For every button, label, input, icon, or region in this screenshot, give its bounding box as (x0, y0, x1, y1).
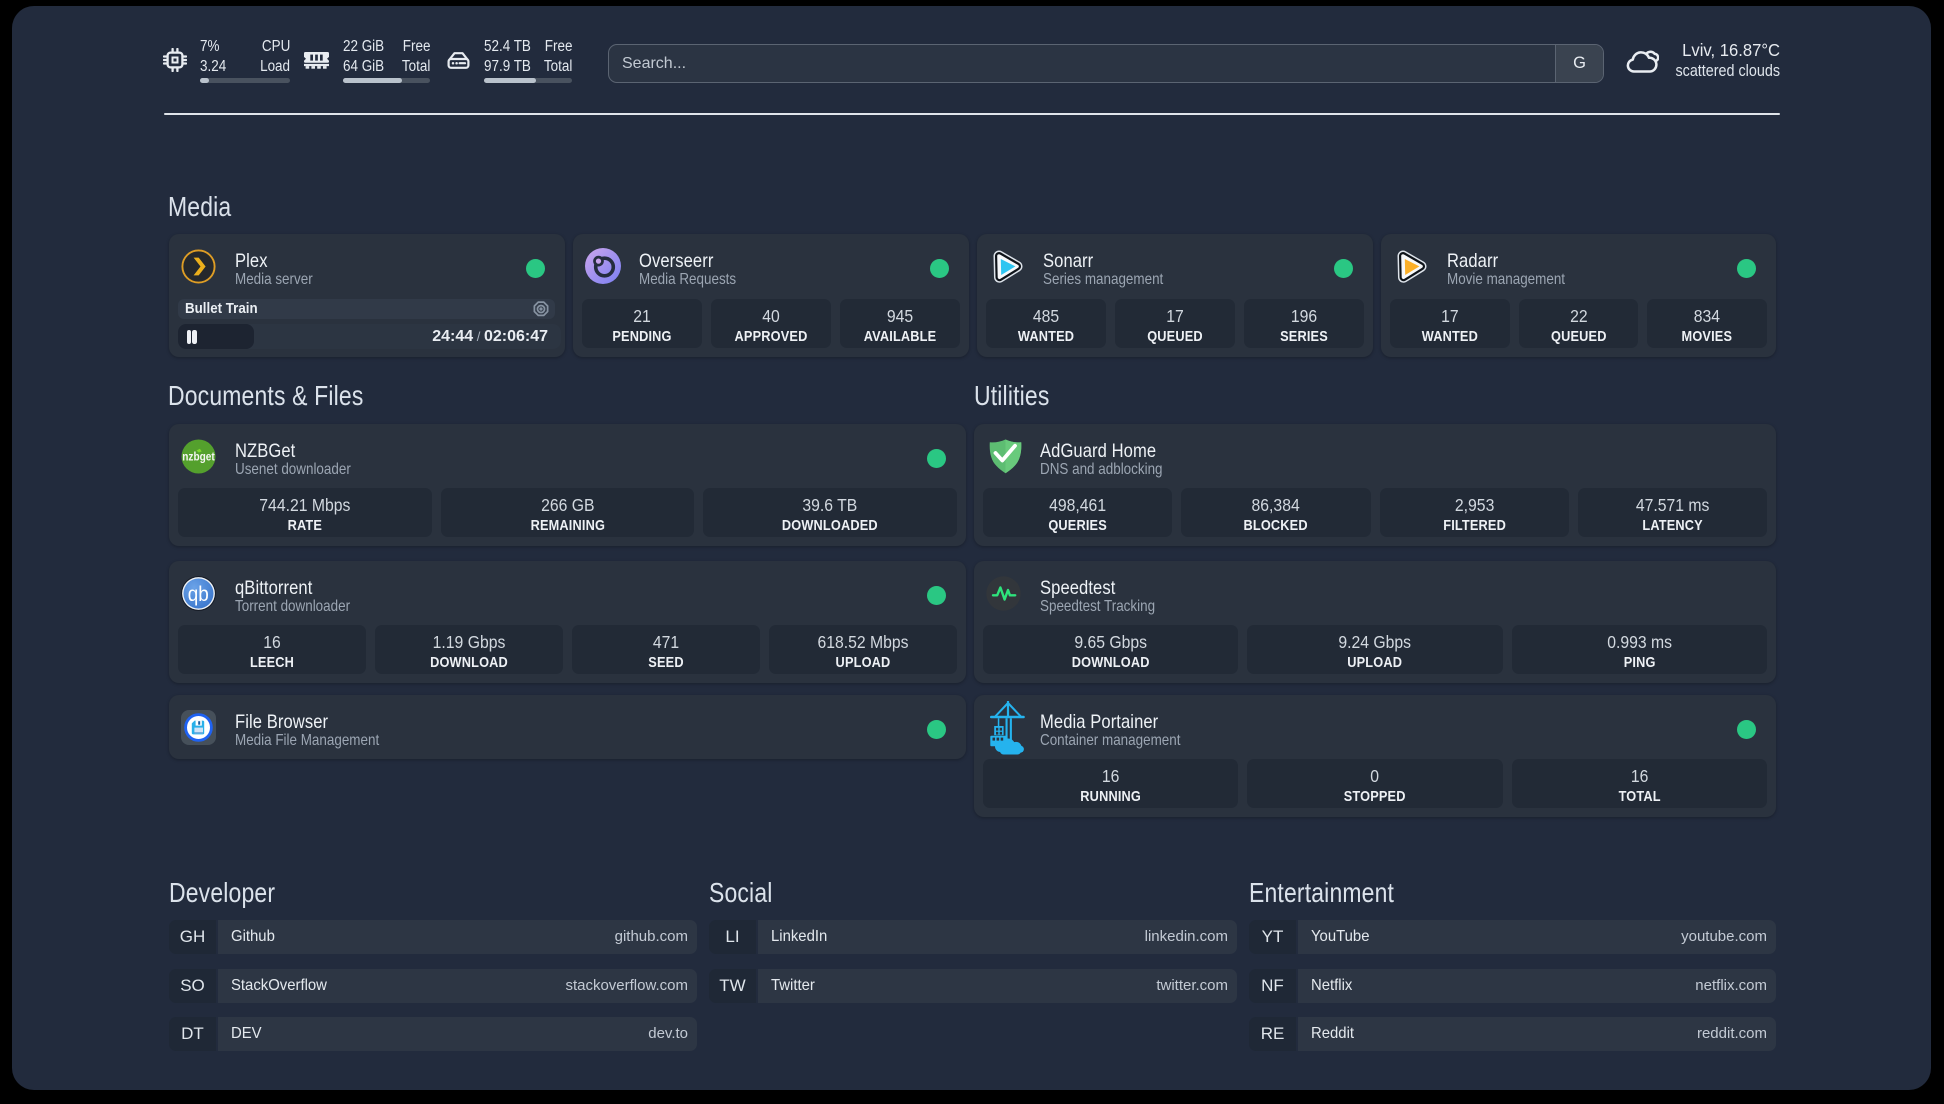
svg-text:qb: qb (188, 583, 209, 606)
svg-text:nzbget: nzbget (182, 451, 215, 464)
